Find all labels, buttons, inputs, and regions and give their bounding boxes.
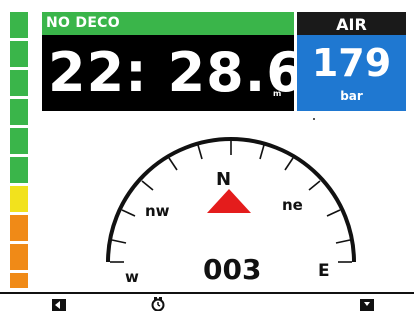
bookmark-icon[interactable] [360, 299, 374, 311]
compass-north-label: N [216, 169, 231, 190]
bottom-bar [0, 292, 414, 315]
compass-northwest-label: nw [145, 202, 170, 220]
compass: N nw ne w E 003 [106, 137, 356, 286]
back-icon[interactable] [52, 299, 66, 311]
compass-west-label: w [125, 268, 139, 286]
alarm-clock-icon[interactable] [151, 297, 165, 311]
compass-east-label: E [318, 261, 330, 281]
compass-northeast-label: ne [282, 196, 303, 214]
bearing-triangle-icon [207, 189, 251, 213]
compass-heading-value: 003 [203, 253, 261, 286]
